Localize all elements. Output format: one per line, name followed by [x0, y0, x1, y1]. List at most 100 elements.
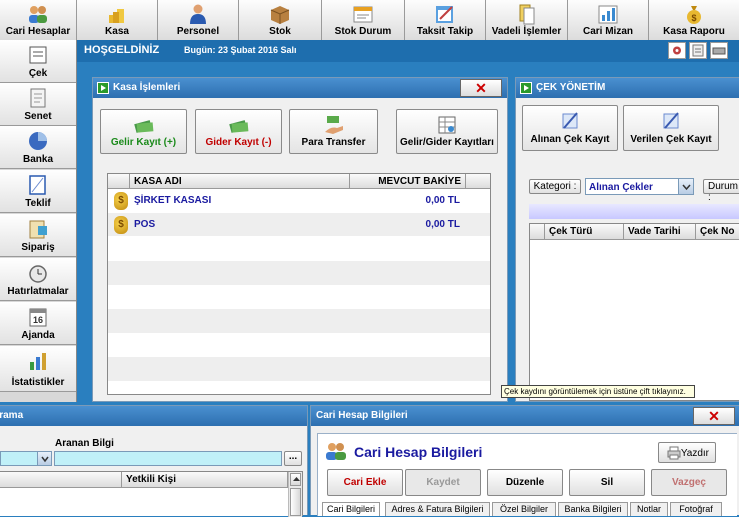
kategori-label: Kategori : [529, 179, 581, 194]
column-header-vade-tarihi[interactable]: Vade Tarihi [624, 224, 696, 240]
scroll-up-button[interactable] [290, 473, 301, 486]
notepad-icon [692, 44, 704, 57]
scroll-thumb[interactable] [290, 488, 301, 516]
statistics-icon [30, 353, 46, 370]
tab-adres-fatura-bilgileri[interactable]: Adres & Fatura Bilgileri [385, 502, 490, 516]
arama-panel-header: Arama [0, 406, 307, 426]
alinan-cek-kayit-button[interactable]: Alınan Çek Kayıt [522, 105, 618, 151]
cari-close-button[interactable]: ✕ [693, 407, 735, 425]
sidebar-item-ajanda[interactable]: 16 Ajanda [0, 302, 76, 345]
cek-table: Çek Türü Vade Tarihi Çek No [529, 223, 739, 401]
cari-form-area: Cari Hesap Bilgileri Yazdır Cari Ekle Ka… [317, 433, 737, 516]
column-header-blank [0, 472, 122, 488]
sidebar-item-hatirlatmalar[interactable]: Hatırlatmalar [0, 258, 76, 301]
topbar-taksit-takip-button[interactable]: Taksit Takip [405, 0, 486, 40]
column-header-yetkili-kisi[interactable]: Yetkili Kişi [122, 472, 288, 488]
bar-chart-icon [598, 5, 618, 24]
tab-notlar[interactable]: Notlar [630, 502, 668, 516]
kasa-table-header-filler [466, 174, 490, 189]
money-bag-icon: $ [114, 192, 128, 210]
search-input[interactable] [54, 451, 282, 466]
notes-icon-button[interactable] [689, 42, 707, 59]
sil-button[interactable]: Sil [569, 469, 645, 496]
money-stack-icon [228, 120, 248, 133]
caret-up-icon [293, 477, 300, 481]
cari-hesap-panel: Cari Hesap Bilgileri ✕ Cari Hesap Bilgil… [310, 405, 739, 516]
top-toolbar: Cari Hesaplar Kasa Personel Stok Stok Du… [0, 0, 739, 40]
vertical-scrollbar[interactable] [288, 472, 302, 517]
pen-document-icon [562, 112, 578, 129]
sidebar-item-teklif[interactable]: Teklif [0, 170, 76, 213]
table-row[interactable]: $ ŞİRKET KASASI 0,00 TL [108, 189, 490, 213]
order-form-icon [29, 220, 47, 239]
gear-icon [673, 46, 681, 55]
vazgec-button[interactable]: Vazgeç [651, 469, 727, 496]
sidebar-item-senet[interactable]: Senet [0, 83, 76, 126]
tab-fotograf[interactable]: Fotoğraf [670, 502, 722, 516]
column-header-cek-turu[interactable]: Çek Türü [545, 224, 624, 240]
topbar-cari-hesaplar-button[interactable]: Cari Hesaplar [0, 0, 77, 40]
topbar-kasa-raporu-button[interactable]: $ Kasa Raporu [649, 0, 739, 40]
person-icon [190, 4, 206, 24]
cari-ekle-button[interactable]: Cari Ekle [327, 469, 403, 496]
hand-money-icon [324, 116, 343, 134]
table-row[interactable]: $ POS 0,00 TL [108, 213, 490, 237]
coins-icon [109, 9, 124, 23]
arama-results-table: Yetkili Kişi [0, 471, 303, 517]
cari-heading: Cari Hesap Bilgileri [354, 444, 483, 460]
aranan-bilgi-label: Aranan Bilgi [55, 438, 114, 449]
gelir-gider-kayitlari-button[interactable]: Gelir/Gider Kayıtları [396, 109, 498, 154]
para-transfer-button[interactable]: Para Transfer [289, 109, 378, 154]
pie-chart-icon [29, 132, 47, 150]
topbar-kasa-button[interactable]: Kasa [77, 0, 158, 40]
gelir-kayit-button[interactable]: Gelir Kayıt (+) [100, 109, 187, 154]
money-bag-icon: $ [687, 6, 701, 24]
cek-panel-title: ÇEK YÖNETİM [536, 82, 606, 93]
settings-icon-button[interactable] [668, 42, 686, 59]
report-icon [353, 6, 373, 23]
tooltip: Çek kaydını görüntülemek için üstüne çif… [501, 385, 695, 398]
kaydet-button[interactable]: Kaydet [405, 469, 481, 496]
durum-label: Durum : [703, 179, 739, 203]
group-by-bar[interactable] [529, 204, 739, 219]
column-header-mevcut-bakiye[interactable]: MEVCUT BAKİYE [350, 174, 466, 189]
sidebar-item-cek[interactable]: Çek [0, 40, 76, 83]
print-button[interactable]: Yazdır [658, 442, 716, 463]
kasa-islemleri-panel: Kasa İşlemleri ✕ Gelir Kayıt (+) Gider K… [92, 77, 508, 402]
tab-cari-bilgileri[interactable]: Cari Bilgileri [322, 502, 380, 516]
verilen-cek-kayit-button[interactable]: Verilen Çek Kayıt [623, 105, 719, 151]
spreadsheet-icon [438, 116, 456, 134]
kasa-close-button[interactable]: ✕ [460, 79, 502, 97]
note-document-icon [30, 88, 46, 108]
gider-kayit-button[interactable]: Gider Kayıt (-) [195, 109, 282, 154]
topbar-stok-button[interactable]: Stok [239, 0, 322, 40]
kasa-panel-title: Kasa İşlemleri [113, 82, 181, 93]
tab-ozel-bilgiler[interactable]: Özel Bilgiler [492, 502, 556, 516]
topbar-stok-durum-button[interactable]: Stok Durum [322, 0, 405, 40]
sidebar-item-siparis[interactable]: Sipariş [0, 214, 76, 257]
box-icon [270, 6, 290, 24]
sidebar-item-istatistikler[interactable]: İstatistikler [0, 346, 76, 392]
kategori-select[interactable]: Alınan Çekler [585, 178, 694, 195]
chevron-down-icon[interactable] [37, 452, 51, 465]
tab-banka-bilgileri[interactable]: Banka Bilgileri [558, 502, 628, 516]
left-sidebar: Çek Senet Banka Teklif Sipariş Hatırlatm… [0, 40, 77, 402]
calendar-pen-icon [436, 6, 453, 23]
documents-icon [519, 4, 534, 25]
search-field-select[interactable] [0, 451, 52, 466]
browse-button[interactable]: ... [284, 451, 302, 466]
sidebar-item-banka[interactable]: Banka [0, 126, 76, 169]
column-header-cek-no[interactable]: Çek No [696, 224, 739, 240]
topbar-personel-button[interactable]: Personel [158, 0, 239, 40]
chevron-down-icon[interactable] [678, 179, 693, 194]
users-icon [29, 6, 47, 23]
duzenle-button[interactable]: Düzenle [487, 469, 563, 496]
keyboard-icon-button[interactable] [710, 42, 728, 59]
topbar-cari-mizan-button[interactable]: Cari Mizan [568, 0, 649, 40]
column-header-kasa-adi[interactable]: KASA ADI [130, 174, 350, 189]
welcome-bar: HOŞGELDİNİZ Bugün: 23 Şubat 2016 Salı [77, 40, 739, 62]
cek-table-corner [530, 224, 545, 240]
topbar-vadeli-islemler-button[interactable]: Vadeli İşlemler [486, 0, 568, 40]
arrow-right-icon [97, 82, 109, 94]
check-document-icon [29, 46, 47, 64]
